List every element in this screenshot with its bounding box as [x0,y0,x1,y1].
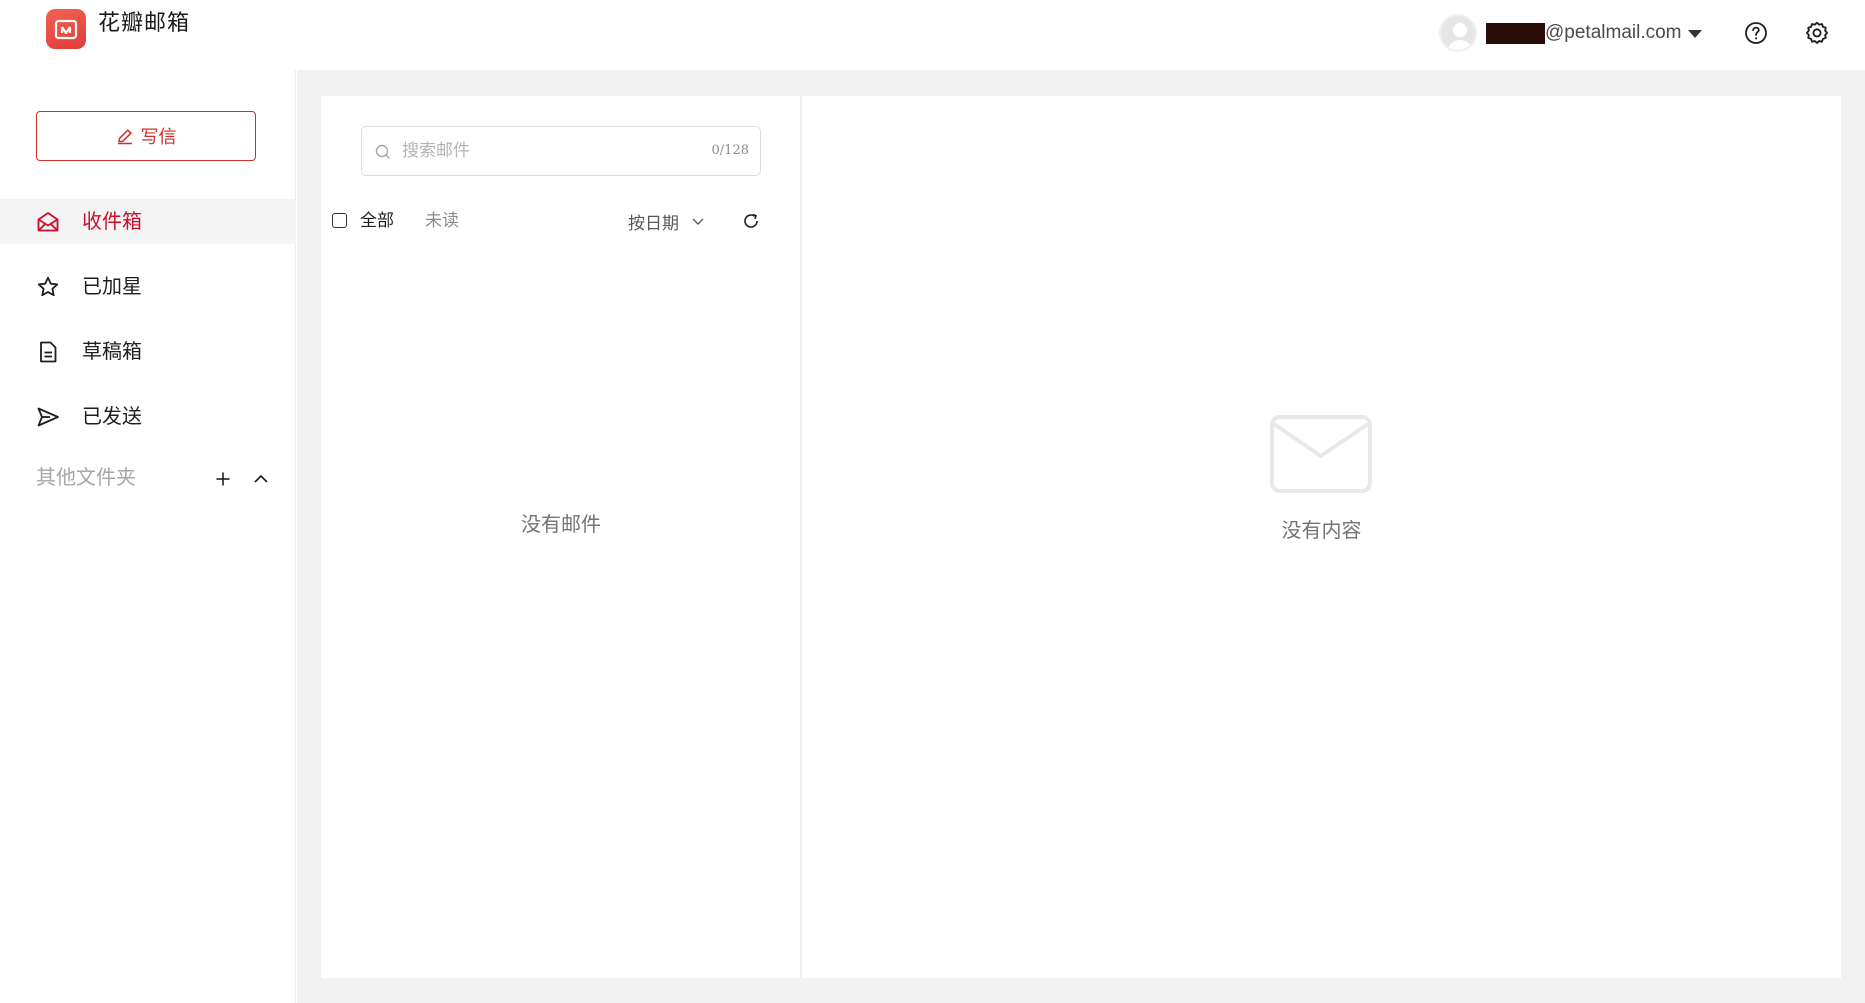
avatar-icon[interactable] [1439,14,1477,52]
search-input[interactable] [400,137,700,165]
refresh-icon[interactable] [742,212,760,230]
redacted-username [1486,22,1545,44]
filter-row: 全部 未读 按日期 [331,208,781,234]
compose-button[interactable]: 写信 [36,111,256,161]
caret-down-icon[interactable] [1687,30,1702,38]
filter-unread[interactable]: 未读 [425,208,459,234]
sidebar-item-inbox[interactable]: 收件箱 [0,199,296,244]
chevron-up-icon[interactable] [252,470,270,488]
mail-detail-panel: 没有内容 [802,96,1841,978]
sidebar-item-label: 已发送 [82,404,142,428]
sidebar-item-label: 已加星 [82,274,142,298]
plus-icon[interactable] [214,470,232,488]
other-folders-section: 其他文件夹 [36,464,276,494]
mail-list-panel: 0/128 全部 未读 按日期 没有邮件 [321,96,801,978]
inbox-icon [37,212,59,232]
help-icon[interactable] [1744,21,1768,45]
star-icon [37,276,59,297]
sidebar-item-drafts[interactable]: 草稿箱 [0,329,296,374]
pencil-icon [117,129,132,145]
search-field[interactable]: 0/128 [361,126,761,176]
sort-label: 按日期 [628,213,679,234]
compose-label: 写信 [140,127,177,148]
sidebar-item-starred[interactable]: 已加星 [0,264,296,309]
empty-detail-text: 没有内容 [1281,518,1362,542]
sidebar-item-sent[interactable]: 已发送 [0,394,296,439]
sidebar: 写信 收件箱 已加星 草稿箱 已发送 其他文件夹 [0,70,296,1003]
envelope-icon [1270,415,1372,493]
search-icon [375,144,390,159]
search-char-counter: 0/128 [711,143,749,158]
top-bar: 花瓣邮箱 @petalmail.com [0,0,1865,70]
select-all-checkbox[interactable] [332,213,347,228]
app-logo-icon[interactable] [46,9,86,49]
draft-icon [40,341,57,363]
filter-all[interactable]: 全部 [360,208,394,234]
account-email-domain[interactable]: @petalmail.com [1545,22,1682,44]
sort-dropdown[interactable]: 按日期 [628,208,705,234]
chevron-down-icon [692,218,704,225]
gear-icon[interactable] [1804,20,1830,46]
account-menu[interactable]: @petalmail.com [1439,13,1702,53]
app-title: 花瓣邮箱 [98,11,191,36]
sidebar-item-label: 收件箱 [82,209,142,233]
empty-mail-list-text: 没有邮件 [521,512,601,536]
sidebar-item-label: 草稿箱 [82,339,142,363]
other-folders-label: 其他文件夹 [36,465,136,489]
send-icon [37,407,59,427]
